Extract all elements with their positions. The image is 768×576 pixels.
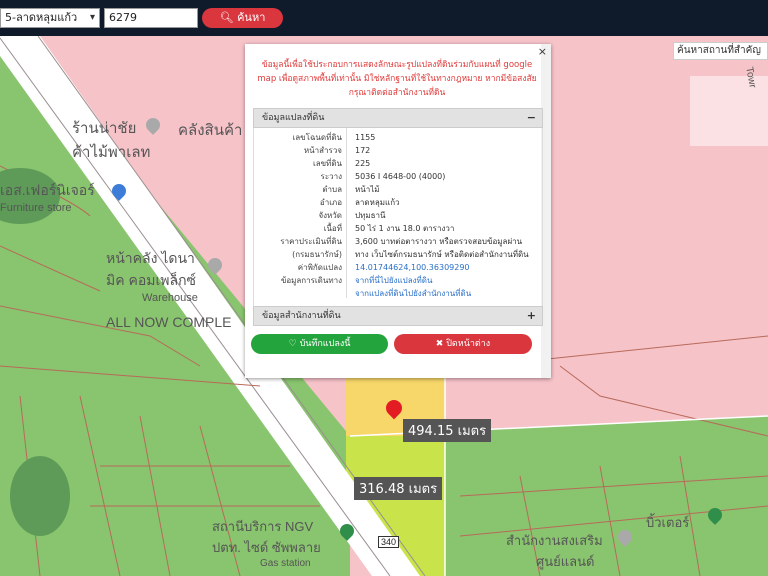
info-row: จากแปลงที่ดินไปยังสำนักงานที่ดิน [254, 288, 544, 300]
map-label-furniture-line2: Furniture store [0, 202, 72, 214]
close-x-icon: ✖ [435, 339, 444, 349]
info-key: ตำบล [322, 185, 342, 194]
map-label-poi-right-2: สำนักงานสงเสริม ศูนย์แลนด์ [506, 530, 603, 572]
map-label-shop: ร้านน่าชัย ค้าไม้พาเลท [72, 116, 150, 164]
info-key: เนื้อที่ [323, 224, 342, 233]
map-label-warehouse-line3: Warehouse [142, 292, 198, 304]
expand-icon: + [526, 309, 536, 322]
map-label-gas-line1: สถานีบริการ NGV [212, 519, 314, 534]
info-value: หน้าไม้ [355, 185, 380, 194]
parcel-info-table: เลขโฉนดที่ดิน 1155 หน้าสำรวจ 172 เลขที่ดิน… [253, 128, 543, 306]
landmark-search-input[interactable]: ค้นหาสถานที่สำคัญ [673, 42, 768, 60]
map-label-gas-station: สถานีบริการ NGV ปตท. ไซด์ ซัพพลาย Gas st… [212, 516, 321, 569]
map-label-furniture-line1: เอส.เฟอร์นิเจอร์ [0, 182, 95, 198]
info-value: 1155 [355, 133, 376, 142]
directions-to-parcel-link[interactable]: จากที่นี่ไปยังแปลงที่ดิน [355, 275, 432, 287]
map-label-furniture: เอส.เฟอร์นิเจอร์ Furniture store [0, 180, 95, 214]
info-value: 225 [355, 159, 371, 168]
search-button-label: ค้นหา [237, 11, 266, 24]
info-key: จังหวัด [318, 211, 342, 220]
info-key: หน้าสำรวจ [303, 146, 342, 155]
district-select-value: 5-ลาดหลุมแก้ว [5, 11, 78, 24]
land-office-section-header[interactable]: ข้อมูลสำนักงานที่ดิน + [253, 306, 543, 326]
info-value: 172 [355, 146, 371, 155]
save-parcel-button[interactable]: ♡ บันทึกแปลงนี้ [251, 334, 388, 354]
land-office-section-title: ข้อมูลสำนักงานที่ดิน [262, 311, 341, 321]
info-row: เลขโฉนดที่ดิน 1155 [254, 132, 544, 144]
info-key: ระวาง [320, 172, 342, 181]
map-label-gas-line3: Gas station [260, 558, 311, 569]
map-label-shop-line2: ค้าไม้พาเลท [72, 144, 151, 161]
info-row: เลขที่ดิน 225 [254, 158, 544, 170]
map-label-shop-line1: ร้านน่าชัย [72, 120, 137, 137]
info-row: จังหวัด ปทุมธานี [254, 210, 544, 222]
distance-label-1: 494.15 เมตร [403, 419, 492, 442]
info-key: ราคาประเมินที่ดิน [280, 237, 342, 246]
close-window-label: ปิดหน้าต่าง [446, 339, 491, 349]
info-value: ทาง เว็บไซต์กรมธนารักษ์ หรือติดต่อสำนักง… [355, 250, 529, 259]
distance-label-2: 316.48 เมตร [354, 477, 443, 500]
info-value: 3,600 บาทต่อตารางวา หรือตรวจสอบข้อมูลผ่า… [355, 237, 523, 246]
info-row: อำเภอ ลาดหลุมแก้ว [254, 197, 544, 209]
map-label-complex: ALL NOW COMPLE [106, 314, 232, 330]
parcel-info-section-header[interactable]: ข้อมูลแปลงที่ดิน − [253, 108, 543, 128]
parcel-info-section-title: ข้อมูลแปลงที่ดิน [262, 113, 325, 123]
info-row: หน้าสำรวจ 172 [254, 145, 544, 157]
map-label-warehouse-line1: หน้าคลัง ไดนา [106, 250, 195, 266]
search-icon: 🔍︎ [219, 11, 234, 24]
map-label-poi-right-2-line1: สำนักงานสงเสริม [506, 533, 603, 548]
save-parcel-label: บันทึกแปลงนี้ [299, 339, 351, 349]
map-label-poi-right-1: บิ้วเตอร์ [646, 515, 690, 530]
chevron-down-icon: ▾ [89, 12, 95, 23]
info-row: ข้อมูลการเดินทาง จากที่นี่ไปยังแปลงที่ดิน [254, 275, 544, 287]
info-key: เลขโฉนดที่ดิน [292, 133, 342, 142]
deed-number-input[interactable]: 6279 [104, 8, 198, 28]
info-row: ระวาง 5036 I 4648-00 (4000) [254, 171, 544, 183]
info-row: (กรมธนารักษ์) ทาง เว็บไซต์กรมธนารักษ์ หรื… [254, 249, 544, 261]
info-key: เลขที่ดิน [312, 159, 342, 168]
road-number-sign: 340 [378, 536, 400, 548]
map-label-warehouse-top: คลังสินค้า [178, 122, 243, 139]
search-button[interactable]: 🔍︎ ค้นหา [202, 8, 283, 28]
info-key: (กรมธนารักษ์) [292, 250, 342, 259]
district-select[interactable]: 5-ลาดหลุมแก้ว ▾ [0, 8, 100, 28]
info-row: เนื้อที่ 50 ไร่ 1 งาน 18.0 ตารางวา [254, 223, 544, 235]
info-key: ข้อมูลการเดินทาง [280, 276, 342, 285]
info-value: 5036 I 4648-00 (4000) [355, 172, 446, 181]
info-key: อำเภอ [319, 198, 342, 207]
info-row: ค่าพิกัดแปลง 14.01744624,100.36309290 [254, 262, 544, 274]
close-icon[interactable]: × [538, 45, 547, 58]
info-row: ตำบล หน้าไม้ [254, 184, 544, 196]
info-key: ค่าพิกัดแปลง [297, 263, 342, 272]
info-value: ลาดหลุมแก้ว [355, 198, 400, 207]
top-search-bar: 5-ลาดหลุมแก้ว ▾ 6279 🔍︎ ค้นหา [0, 0, 768, 36]
collapse-icon: − [526, 111, 536, 124]
close-window-button[interactable]: ✖ ปิดหน้าต่าง [394, 334, 532, 354]
info-value: ปทุมธานี [355, 211, 386, 220]
map-label-warehouse: หน้าคลัง ไดนา มิค คอมเพล็กซ์ Warehouse [106, 248, 198, 304]
map-label-warehouse-line2: มิค คอมเพล็กซ์ [106, 272, 197, 288]
coordinates-link[interactable]: 14.01744624,100.36309290 [355, 262, 470, 274]
directions-to-office-link[interactable]: จากแปลงที่ดินไปยังสำนักงานที่ดิน [355, 288, 471, 300]
map-label-poi-right-2-line2: ศูนย์แลนด์ [536, 554, 595, 569]
info-value: 50 ไร่ 1 งาน 18.0 ตารางวา [355, 224, 455, 233]
parcel-info-popup: × ข้อมูลนี้เพื่อใช้ประกอบการแสดงลักษณะรู… [245, 44, 551, 378]
heart-icon: ♡ [288, 339, 297, 349]
map-label-gas-line2: ปตท. ไซด์ ซัพพลาย [212, 540, 321, 555]
disclaimer-text: ข้อมูลนี้เพื่อใช้ประกอบการแสดงลักษณะรูปแ… [257, 60, 537, 98]
info-row: ราคาประเมินที่ดิน 3,600 บาทต่อตารางวา หรื… [254, 236, 544, 248]
